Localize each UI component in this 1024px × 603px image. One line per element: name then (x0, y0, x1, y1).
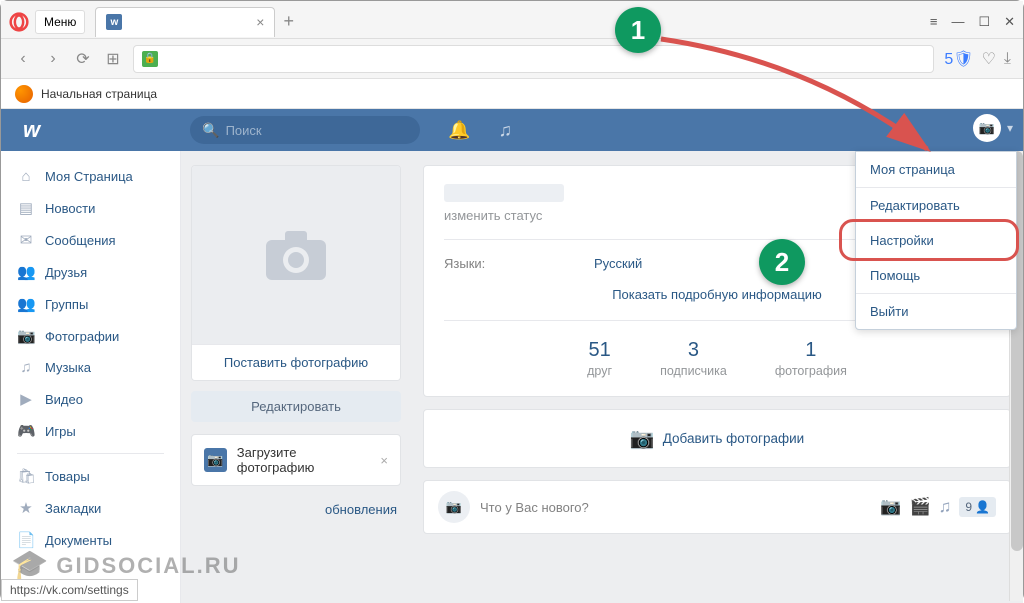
profile-name (444, 184, 564, 202)
news-icon: ▤ (17, 199, 35, 217)
market-icon: 🛍 (17, 467, 35, 485)
languages-label: Языки: (444, 256, 594, 271)
attach-video-icon[interactable]: 🎬 (909, 497, 930, 517)
set-photo-link[interactable]: Поставить фотографию (192, 344, 400, 380)
video-icon: ▶ (17, 390, 35, 408)
post-input-placeholder[interactable]: Что у Вас нового? (480, 500, 870, 515)
home-icon: ⌂ (17, 168, 35, 185)
close-upload-icon[interactable]: × (380, 453, 388, 468)
stat-photos[interactable]: 1фотография (775, 339, 847, 378)
dd-edit[interactable]: Редактировать (856, 188, 1016, 223)
sidebar-item-news[interactable]: ▤Новости (1, 192, 180, 224)
groups-icon: 👥 (17, 295, 35, 313)
photo-placeholder[interactable] (192, 166, 400, 344)
updates-link[interactable]: обновления (191, 502, 401, 517)
tab-close-icon[interactable]: × (256, 14, 264, 30)
forward-button[interactable]: › (43, 50, 63, 68)
add-photos-box[interactable]: 📷 Добавить фотографии (423, 409, 1011, 468)
stat-followers[interactable]: 3подписчика (660, 339, 727, 378)
search-input[interactable]: 🔍 Поиск (190, 116, 420, 144)
profile-photo-column: Поставить фотографию Редактировать 📷 Заг… (181, 151, 411, 603)
reload-button[interactable]: ⟳ (73, 49, 93, 69)
dd-settings[interactable]: Настройки (856, 223, 1016, 258)
vk-header: w 🔍 Поиск 🔔 ♫ 📷 ▾ (1, 109, 1023, 151)
browser-tab[interactable]: w × (95, 7, 275, 37)
notifications-icon[interactable]: 🔔 (448, 120, 470, 141)
sidebar-item-market[interactable]: 🛍Товары (1, 460, 180, 492)
sidebar-item-photos[interactable]: 📷Фотографии (1, 320, 180, 352)
close-window-icon[interactable]: ✕ (1004, 14, 1015, 30)
sidebar-item-video[interactable]: ▶Видео (1, 383, 180, 415)
friends-icon: 👥 (17, 263, 35, 281)
search-icon: 🔍 (202, 122, 219, 139)
heart-icon[interactable]: ♡ (982, 49, 996, 69)
url-field[interactable]: 🔒 (133, 45, 934, 73)
visibility-badge[interactable]: 9 👤 (959, 497, 996, 517)
annotation-marker-2: 2 (759, 239, 805, 285)
photos-icon: 📷 (17, 327, 35, 345)
browser-menu-button[interactable]: Меню (35, 10, 85, 34)
page-content: ⌂Моя Страница ▤Новости ✉Сообщения 👥Друзь… (1, 151, 1023, 603)
new-tab-button[interactable]: + (283, 11, 294, 32)
profile-menu-trigger[interactable]: 📷 ▾ (973, 114, 1013, 142)
search-placeholder: Поиск (226, 123, 262, 138)
games-icon: 🎮 (17, 422, 35, 440)
annotation-marker-1: 1 (615, 7, 661, 53)
bookmarks-bar: Начальная страница (1, 79, 1023, 109)
camera-add-icon: 📷 (630, 426, 655, 451)
dd-my-page[interactable]: Моя страница (856, 152, 1016, 187)
browser-titlebar: Меню w × + ≡ — ☐ ✕ (1, 1, 1023, 39)
dd-help[interactable]: Помощь (856, 258, 1016, 293)
easy-setup-icon[interactable]: ≡ (930, 14, 938, 29)
sidebar-item-friends[interactable]: 👥Друзья (1, 256, 180, 288)
music-nav-icon: ♫ (17, 359, 35, 376)
camera-small-icon: 📷 (204, 448, 227, 472)
languages-value[interactable]: Русский (594, 256, 642, 271)
edit-profile-button[interactable]: Редактировать (191, 391, 401, 422)
bookmark-start-page[interactable]: Начальная страница (41, 87, 157, 101)
message-icon: ✉ (17, 231, 35, 249)
attach-music-icon[interactable]: ♫ (939, 497, 952, 517)
attach-photo-icon[interactable]: 📷 (880, 497, 901, 517)
sidebar-item-games[interactable]: 🎮Игры (1, 415, 180, 447)
lock-icon: 🔒 (142, 51, 158, 67)
vk-favicon: w (106, 14, 122, 30)
maximize-icon[interactable]: ☐ (978, 14, 990, 30)
opera-icon (9, 12, 29, 32)
sidebar-item-bookmarks[interactable]: ★Закладки (1, 492, 180, 524)
graduation-cap-icon: 🎓 (11, 548, 50, 583)
vk-logo[interactable]: w (23, 117, 40, 143)
sidebar-item-groups[interactable]: 👥Группы (1, 288, 180, 320)
post-avatar-icon: 📷 (438, 491, 470, 523)
blocker-badge[interactable]: 5🛡 (944, 49, 973, 69)
bookmark-icon: ★ (17, 499, 35, 517)
sidebar-divider (17, 453, 164, 454)
sidebar-item-my-page[interactable]: ⌂Моя Страница (1, 161, 180, 192)
back-button[interactable]: ‹ (13, 50, 33, 68)
left-sidebar: ⌂Моя Страница ▤Новости ✉Сообщения 👥Друзь… (1, 151, 181, 603)
watermark: 🎓 GIDSOCIAL.RU (11, 548, 240, 583)
speed-dial-icon[interactable]: ⊞ (103, 49, 123, 69)
sidebar-item-messages[interactable]: ✉Сообщения (1, 224, 180, 256)
stat-friends[interactable]: 51друг (587, 339, 612, 378)
address-bar: ‹ › ⟳ ⊞ 🔒 5🛡 ♡ ⤓ (1, 39, 1023, 79)
dd-logout[interactable]: Выйти (856, 294, 1016, 329)
status-bar-url: https://vk.com/settings (1, 579, 138, 601)
music-icon[interactable]: ♫ (499, 120, 513, 141)
upload-photo-prompt[interactable]: 📷 Загрузите фотографию × (191, 434, 401, 486)
camera-icon (261, 225, 331, 285)
chevron-down-icon: ▾ (1007, 121, 1013, 135)
minimize-icon[interactable]: — (951, 14, 964, 29)
avatar-icon: 📷 (973, 114, 1001, 142)
profile-dropdown: Моя страница Редактировать Настройки Пом… (855, 151, 1017, 330)
window-controls: ≡ — ☐ ✕ (930, 14, 1015, 30)
profile-photo-box: Поставить фотографию (191, 165, 401, 381)
sidebar-item-music[interactable]: ♫Музыка (1, 352, 180, 383)
docs-icon: 📄 (17, 531, 35, 549)
firefox-icon (15, 85, 33, 103)
download-icon[interactable]: ⤓ (1004, 50, 1011, 68)
new-post-box[interactable]: 📷 Что у Вас нового? 📷 🎬 ♫ 9 👤 (423, 480, 1011, 534)
